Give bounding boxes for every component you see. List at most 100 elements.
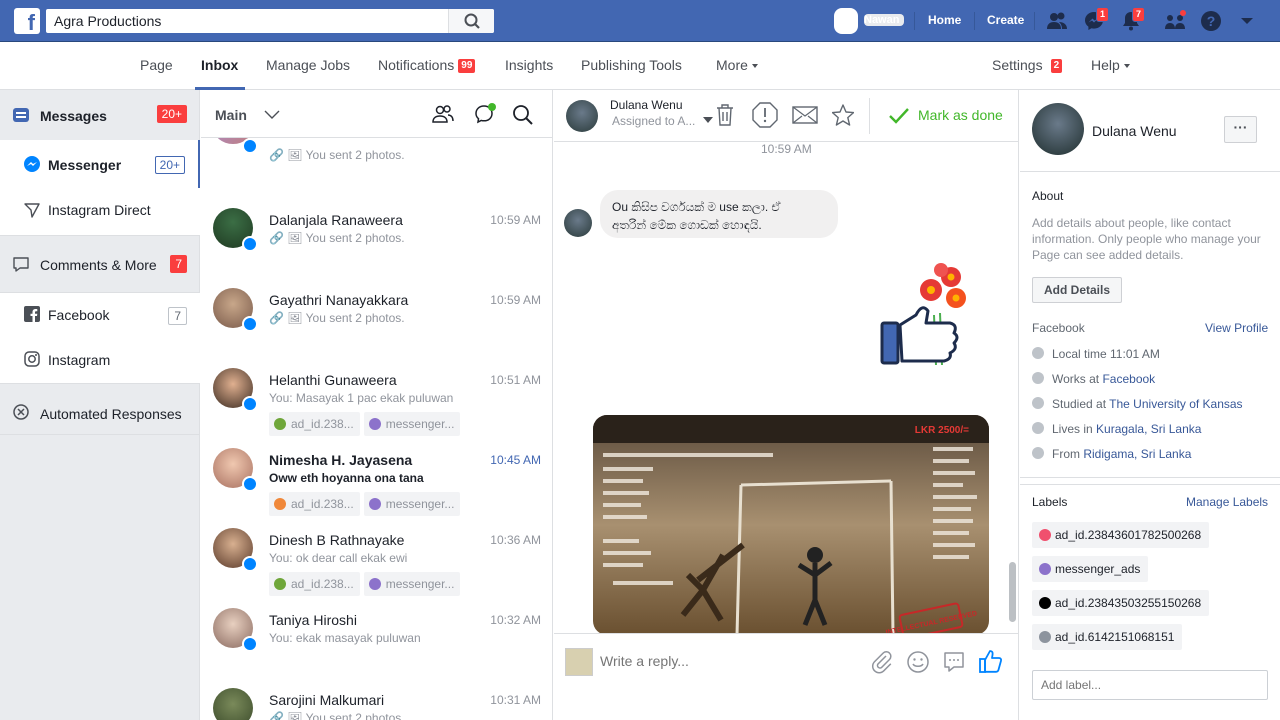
label-tag[interactable]: ad_id.238... xyxy=(269,492,360,516)
contact-name[interactable]: Dulana Wenu xyxy=(1092,123,1177,139)
quick-help-people-icon[interactable] xyxy=(1164,10,1186,32)
message-bubble: Ou කිසිප වර්ගයක් ම use කලා. ඒ අතරින් මේක… xyxy=(600,190,838,238)
spam-icon[interactable] xyxy=(752,102,778,128)
add-label-input[interactable] xyxy=(1032,670,1268,700)
graduation-cap-icon xyxy=(1032,397,1044,409)
label-chip[interactable]: ad_id.23843601782500268 xyxy=(1032,522,1210,548)
star-icon[interactable] xyxy=(832,104,854,126)
people-filter-icon[interactable] xyxy=(432,104,454,124)
photo-attachment[interactable]: LKR 2500/= INTELLECTUAL RESERVED xyxy=(593,415,989,635)
nav-notifications[interactable]: Notifications 99 xyxy=(378,57,476,73)
label-chip[interactable]: ad_id.23843503255150268 xyxy=(1032,590,1210,616)
trash-icon[interactable] xyxy=(714,103,736,127)
message-text-line: Ou කිසිප වර්ගයක් ම use කලා. ඒ xyxy=(612,200,781,214)
nav-manage-jobs[interactable]: Manage Jobs xyxy=(266,57,350,73)
search-input[interactable] xyxy=(46,9,446,33)
thumbs-up-flowers-sticker xyxy=(880,263,966,365)
label-tag[interactable]: ad_id.238... xyxy=(269,572,360,596)
nav-settings[interactable]: Settings 2 xyxy=(992,57,1063,73)
create-link[interactable]: Create xyxy=(987,13,1024,27)
label-tag[interactable]: messenger... xyxy=(363,492,461,516)
search-icon[interactable] xyxy=(512,104,534,126)
nav-page[interactable]: Page xyxy=(140,57,173,73)
add-details-button[interactable]: Add Details xyxy=(1032,277,1123,303)
list-item[interactable]: Dalanjala Ranaweera 10:59 AM 🔗 🖼 You sen… xyxy=(201,194,552,274)
messenger-badge-icon xyxy=(242,636,258,652)
conversation-snippet: Oww eth hoyanna ona tana xyxy=(269,471,424,485)
list-item[interactable]: Sarojini Malkumari 10:31 AM 🔗 🖼 You sent… xyxy=(201,674,552,720)
list-item[interactable]: Gayathri Nanayakkara 10:59 AM 🔗 🖼 You se… xyxy=(201,274,552,354)
saved-replies-icon[interactable] xyxy=(942,650,966,674)
emoji-icon[interactable] xyxy=(906,650,930,674)
account-menu-chevron-icon[interactable] xyxy=(1236,10,1258,32)
chevron-down-icon[interactable] xyxy=(264,110,280,120)
divider xyxy=(914,12,915,30)
label-tag[interactable]: ad_id.238... xyxy=(269,412,360,436)
active-chat-icon[interactable] xyxy=(474,102,498,124)
conversation-name: Dinesh B Rathnayake xyxy=(269,532,405,548)
automation-gear-icon xyxy=(13,404,29,420)
nav-help[interactable]: Help xyxy=(1091,57,1130,73)
conversation-snippet: 🔗 🖼 You sent 2 photos. xyxy=(269,311,405,325)
sidebar-item-label: Instagram Direct xyxy=(48,202,151,218)
manage-labels-link[interactable]: Manage Labels xyxy=(1186,495,1268,509)
conversation-snippet: You: ok dear call ekak ewi xyxy=(269,551,408,565)
svg-text:?: ? xyxy=(1207,13,1216,29)
label-tag[interactable]: messenger... xyxy=(363,572,461,596)
sidebar-count: 7 xyxy=(168,307,187,325)
label-tag[interactable]: messenger... xyxy=(363,412,461,436)
sidebar-item-facebook[interactable]: Facebook 7 xyxy=(0,292,200,338)
folder-title[interactable]: Main xyxy=(215,107,247,123)
chat-scrollbar[interactable] xyxy=(1009,562,1016,622)
list-item[interactable]: Taniya Hiroshi 10:32 AM You: ekak masaya… xyxy=(201,594,552,674)
home-link[interactable]: Home xyxy=(928,13,961,27)
divider xyxy=(1034,12,1035,30)
conversation-list: Main 🔗 🖼 You sent 2 photos. Dalanjala Ra… xyxy=(201,90,553,720)
sidebar-item-label: Messages xyxy=(40,108,107,124)
sidebar-item-automated-responses[interactable]: Automated Responses xyxy=(0,385,200,435)
sidebar-item-label: Facebook xyxy=(48,307,110,323)
nav-insights[interactable]: Insights xyxy=(505,57,553,73)
nav-help-label: Help xyxy=(1091,57,1120,73)
like-thumbs-up-icon[interactable] xyxy=(978,648,1004,674)
avatar xyxy=(564,209,592,237)
nav-inbox[interactable]: Inbox xyxy=(201,57,238,73)
facebook-logo-icon[interactable]: f xyxy=(14,8,40,34)
location-pin-icon xyxy=(1032,422,1044,434)
lives-link[interactable]: Kuragala, Sri Lanka xyxy=(1096,422,1201,436)
profile-link[interactable]: Nawan xyxy=(834,8,904,34)
facebook-section-heading: Facebook xyxy=(1032,321,1085,335)
page-nav: Page Inbox Manage Jobs Notifications 99 I… xyxy=(0,42,1280,90)
mark-as-done-button[interactable]: Mark as done xyxy=(918,107,1003,123)
help-icon[interactable]: ? xyxy=(1200,10,1222,32)
sidebar-item-instagram-direct[interactable]: Instagram Direct xyxy=(0,188,200,236)
label-chip[interactable]: ad_id.6142151068151 xyxy=(1032,624,1183,650)
nav-publishing-tools[interactable]: Publishing Tools xyxy=(581,57,682,73)
list-item[interactable]: Nimesha H. Jayasena 10:45 AM Oww eth hoy… xyxy=(201,434,552,516)
conversation-time: 10:59 AM xyxy=(490,293,541,307)
view-profile-link[interactable]: View Profile xyxy=(1205,321,1268,335)
studied-link[interactable]: The University of Kansas xyxy=(1109,397,1242,411)
list-item[interactable]: Helanthi Gunaweera 10:51 AM You: Masayak… xyxy=(201,354,552,436)
chat-contact-name[interactable]: Dulana Wenu xyxy=(610,98,683,112)
more-options-button[interactable]: ··· xyxy=(1224,116,1257,143)
paper-plane-icon xyxy=(24,203,40,218)
from-link[interactable]: Ridigama, Sri Lanka xyxy=(1083,447,1191,461)
assigned-to-dropdown[interactable]: Assigned to A... xyxy=(612,114,695,128)
mark-unread-envelope-icon[interactable] xyxy=(792,106,818,124)
sidebar-item-messages[interactable]: Messages 20+ xyxy=(0,90,200,140)
nav-more[interactable]: More xyxy=(716,57,758,73)
search-button[interactable] xyxy=(448,9,494,33)
friend-requests-icon[interactable] xyxy=(1046,10,1068,32)
sidebar-item-instagram[interactable]: Instagram xyxy=(0,338,200,384)
list-item[interactable]: Dinesh B Rathnayake 10:36 AM You: ok dea… xyxy=(201,514,552,596)
sidebar-item-messenger[interactable]: Messenger 20+ xyxy=(0,140,200,188)
avatar[interactable] xyxy=(1032,103,1084,155)
about-heading: About xyxy=(1032,189,1064,203)
works-link[interactable]: Facebook xyxy=(1102,372,1155,386)
reply-input[interactable] xyxy=(600,651,860,671)
nav-settings-label: Settings xyxy=(992,57,1043,73)
sidebar-item-comments-more[interactable]: Comments & More 7 xyxy=(0,236,200,292)
attachment-paperclip-icon[interactable] xyxy=(870,650,894,674)
label-chip[interactable]: messenger_ads xyxy=(1032,556,1149,582)
